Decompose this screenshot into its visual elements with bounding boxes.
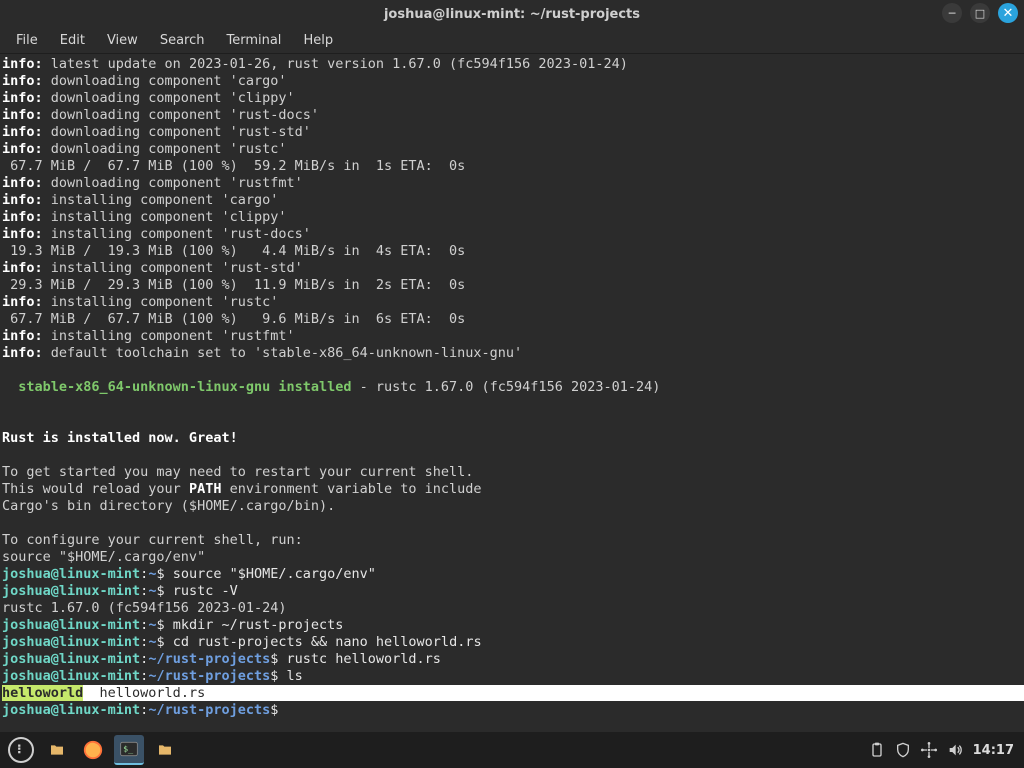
menu-terminal[interactable]: Terminal: [218, 31, 289, 50]
rust-installed-msg: Rust is installed now. Great!: [2, 430, 238, 446]
task-files-2[interactable]: [150, 735, 180, 765]
info-label: info:: [2, 56, 43, 72]
clock[interactable]: 14:17: [973, 743, 1014, 758]
task-files[interactable]: [42, 735, 72, 765]
terminal-window: joshua@linux-mint: ~/rust-projects ─ □ ✕…: [0, 0, 1024, 732]
window-title: joshua@linux-mint: ~/rust-projects: [384, 7, 640, 22]
task-terminal[interactable]: $_: [114, 735, 144, 765]
ls-helloworld-bin: helloworld: [2, 685, 83, 701]
svg-text:$_: $_: [123, 744, 134, 754]
menu-help[interactable]: Help: [295, 31, 341, 50]
minimize-button[interactable]: ─: [942, 3, 962, 23]
firefox-icon: [82, 739, 104, 761]
terminal-output[interactable]: info: latest update on 2023-01-26, rust …: [0, 54, 1024, 732]
ls-helloworld-rs: helloworld.rs: [83, 685, 205, 701]
menu-view[interactable]: View: [99, 31, 146, 50]
maximize-button[interactable]: □: [970, 3, 990, 23]
terminal-icon: $_: [119, 739, 139, 759]
menu-edit[interactable]: Edit: [52, 31, 93, 50]
stable-installed: stable-x86_64-unknown-linux-gnu installe…: [2, 379, 352, 395]
titlebar[interactable]: joshua@linux-mint: ~/rust-projects ─ □ ✕: [0, 0, 1024, 28]
system-tray: 14:17: [869, 742, 1024, 758]
taskbar[interactable]: ⠇ $_ 14:17: [0, 732, 1024, 768]
folder-icon: [49, 742, 65, 758]
menu-file[interactable]: File: [8, 31, 46, 50]
window-controls: ─ □ ✕: [942, 3, 1018, 23]
taskbar-left: ⠇ $_: [0, 735, 180, 765]
clipboard-icon[interactable]: [869, 742, 885, 758]
folder-icon: [157, 742, 173, 758]
menu-search[interactable]: Search: [152, 31, 213, 50]
menubar: File Edit View Search Terminal Help: [0, 28, 1024, 54]
volume-icon[interactable]: [947, 742, 963, 758]
network-icon[interactable]: [921, 742, 937, 758]
mint-logo-icon: ⠇: [8, 737, 34, 763]
prompt-user: joshua@linux-mint: [2, 566, 140, 582]
cursor[interactable]: [278, 702, 286, 718]
task-firefox[interactable]: [78, 735, 108, 765]
shield-icon[interactable]: [895, 742, 911, 758]
close-button[interactable]: ✕: [998, 3, 1018, 23]
start-menu-button[interactable]: ⠇: [6, 735, 36, 765]
